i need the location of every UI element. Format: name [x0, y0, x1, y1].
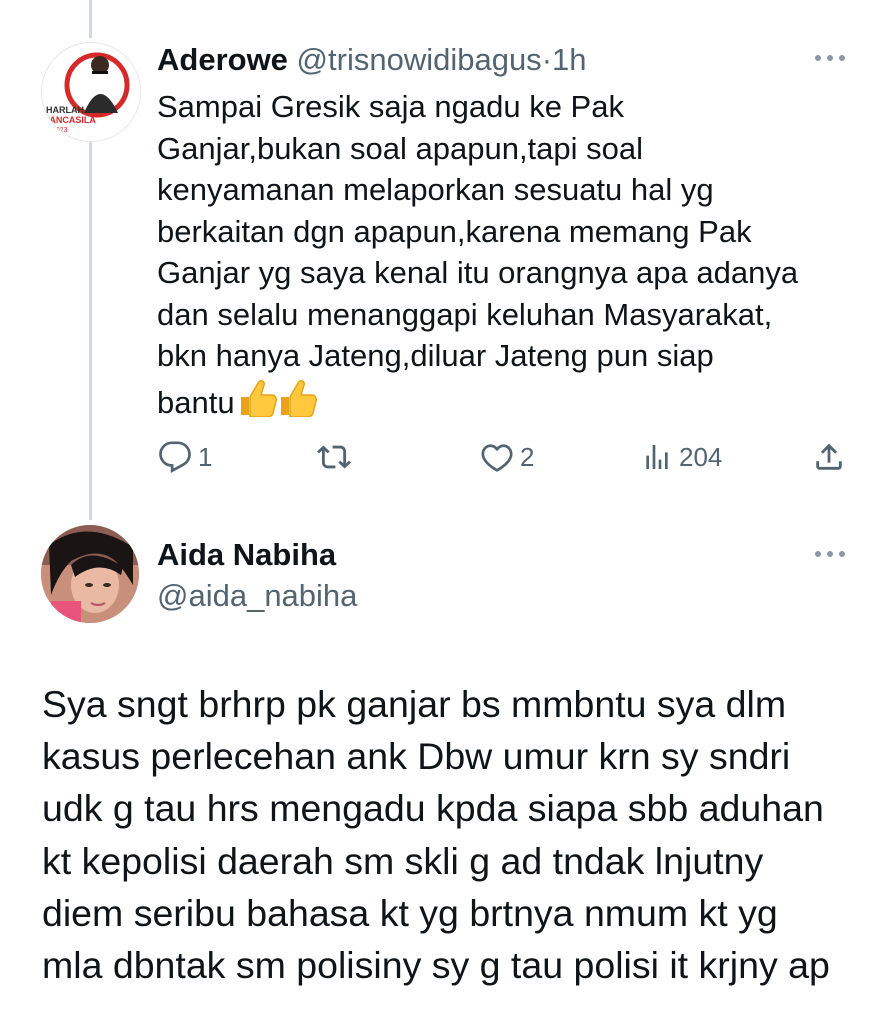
like-count: 2 [520, 441, 535, 472]
avatar-image [41, 525, 139, 623]
display-name[interactable]: Aderowe [157, 42, 288, 77]
reply-icon [158, 440, 192, 474]
tweet-text-line-last: bantu [157, 384, 235, 420]
reply-button[interactable]: 1 [158, 437, 212, 477]
timestamp[interactable]: 1h [552, 42, 586, 77]
tweet-text-line: berkaitan dgn apapun,karena memang Pak [157, 213, 752, 249]
tweet-text: Sampai Gresik saja ngadu ke Pak Ganjar,bu… [157, 86, 857, 427]
reply-count: 1 [198, 441, 213, 472]
tweet-text-line: Ganjar yg saya kenal itu orangnya apa ad… [157, 255, 799, 290]
more-icon[interactable] [812, 549, 848, 559]
tweet-text-line: mla dbntak sm polisiny sy g tau polisi i… [42, 944, 830, 987]
avatar[interactable] [41, 525, 139, 623]
avatar-text-3: 2023 [52, 127, 68, 134]
repost-icon [315, 440, 353, 474]
handle[interactable]: @trisnowidibagus [297, 42, 542, 77]
action-bar: 1 2 204 [0, 437, 889, 477]
tweet-text-line: Sya sngt brhrp pk ganjar bs mmbntu sya d… [42, 683, 787, 725]
tweet-text-line: Sampai Gresik saja ngadu ke Pak [157, 89, 624, 124]
display-name[interactable]: Aida Nabiha [157, 535, 336, 575]
avatar-text-2: PANCASILA [44, 115, 96, 125]
like-button[interactable]: 2 [480, 437, 534, 477]
tweet-text-line: Ganjar,bukan soal apapun,tapi soal [157, 130, 644, 166]
tweet-text-line: kt kepolisi daerah sm skli g ad tndak ln… [42, 839, 764, 882]
avatar[interactable]: HARLAH PANCASILA 2023 [41, 42, 141, 142]
share-button[interactable] [812, 437, 846, 477]
views-button[interactable]: 204 [641, 437, 722, 477]
tweet-text-line: bantu [157, 377, 857, 428]
avatar-text-1: HARLAH [46, 105, 84, 115]
avatar-image: HARLAH PANCASILA 2023 [42, 43, 140, 141]
share-icon [812, 440, 846, 474]
more-icon[interactable] [812, 53, 848, 63]
tweet-text-line: kasus perlecehan ank Dbw umur krn sy snd… [42, 735, 791, 778]
tweet-text-line: bkn hanya Jateng,diluar Jateng pun siap [157, 338, 714, 373]
tweet-text-line: udk g tau hrs mengadu kpda siapa sbb adu… [42, 787, 824, 830]
handle[interactable]: @aida_nabiha [157, 576, 357, 616]
tweet-header: Aderowe @trisnowidibagus·1h [157, 40, 587, 80]
thumbs-up-emoji [235, 377, 319, 428]
tweet-text-line: kenyamanan melaporkan sesuatu hal yg [157, 172, 714, 207]
tweet-text-line: dan selalu menanggapi keluhan Masyarakat… [157, 296, 773, 332]
thread-line-top [89, 0, 92, 38]
views-count: 204 [679, 441, 723, 472]
heart-icon [480, 440, 514, 474]
tweet-text-line: diem seribu bahasa kt yg brtnya nmum kt … [42, 891, 778, 934]
separator: · [541, 42, 553, 77]
repost-button[interactable] [315, 437, 359, 477]
views-icon [641, 440, 673, 474]
tweet-text: Sya sngt brhrp pk ganjar bs mmbntu sya d… [42, 678, 872, 991]
